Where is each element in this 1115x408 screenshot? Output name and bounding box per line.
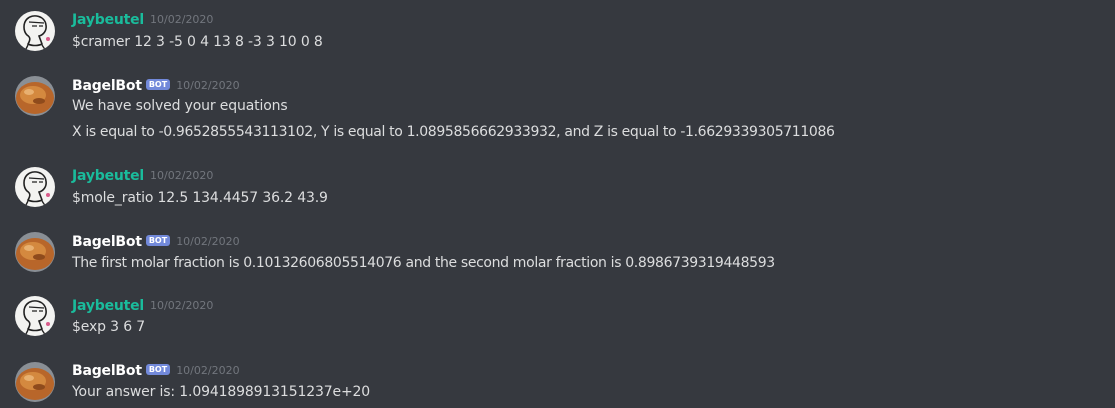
user-avatar-icon[interactable] (15, 11, 55, 51)
message-author[interactable]: BagelBot (72, 234, 142, 250)
chat-message-list: Jaybeutel 10/02/2020 $cramer 12 3 -5 0 4 … (0, 0, 1115, 408)
bot-tag-badge: BOT (145, 235, 171, 246)
message-author[interactable]: BagelBot (72, 78, 142, 94)
message-timestamp: 10/02/2020 (176, 235, 240, 248)
user-avatar-icon[interactable] (15, 296, 55, 336)
message-timestamp: 10/02/2020 (150, 13, 214, 26)
bot-tag-badge: BOT (145, 79, 171, 90)
message-content: X is equal to -0.9652855543113102, Y is … (72, 124, 835, 140)
message-timestamp: 10/02/2020 (176, 79, 240, 92)
message-content: The first molar fraction is 0.1013260680… (72, 255, 775, 271)
message-author[interactable]: Jaybeutel (72, 298, 144, 314)
bot-avatar-icon[interactable] (15, 232, 55, 272)
message-author[interactable]: Jaybeutel (72, 12, 144, 28)
message-author[interactable]: Jaybeutel (72, 168, 144, 184)
message-content: $exp 3 6 7 (72, 319, 146, 335)
chat-message: Jaybeutel 10/02/2020 $cramer 12 3 -5 0 4 … (0, 0, 1115, 60)
user-avatar-icon[interactable] (15, 167, 55, 207)
message-timestamp: 10/02/2020 (176, 364, 240, 377)
chat-message: BagelBot BOT 10/02/2020 Your answer is: 1.… (0, 352, 1115, 408)
message-author[interactable]: BagelBot (72, 363, 142, 379)
bot-avatar-icon[interactable] (15, 362, 55, 402)
chat-message: Jaybeutel 10/02/2020 $exp 3 6 7 (0, 286, 1115, 348)
chat-message: BagelBot BOT 10/02/2020 We have solved you… (0, 66, 1115, 158)
bot-tag-badge: BOT (145, 364, 171, 375)
message-content: We have solved your equations (72, 98, 288, 114)
chat-message: BagelBot BOT 10/02/2020 The first molar fr… (0, 222, 1115, 286)
bot-avatar-icon[interactable] (15, 76, 55, 116)
message-timestamp: 10/02/2020 (150, 299, 214, 312)
message-timestamp: 10/02/2020 (150, 169, 214, 182)
message-content: $mole_ratio 12.5 134.4457 36.2 43.9 (72, 190, 328, 206)
message-content: Your answer is: 1.0941898913151237e+20 (72, 384, 371, 400)
message-content: $cramer 12 3 -5 0 4 13 8 -3 3 10 0 8 (72, 34, 323, 50)
chat-message: Jaybeutel 10/02/2020 $mole_ratio 12.5 134… (0, 158, 1115, 222)
